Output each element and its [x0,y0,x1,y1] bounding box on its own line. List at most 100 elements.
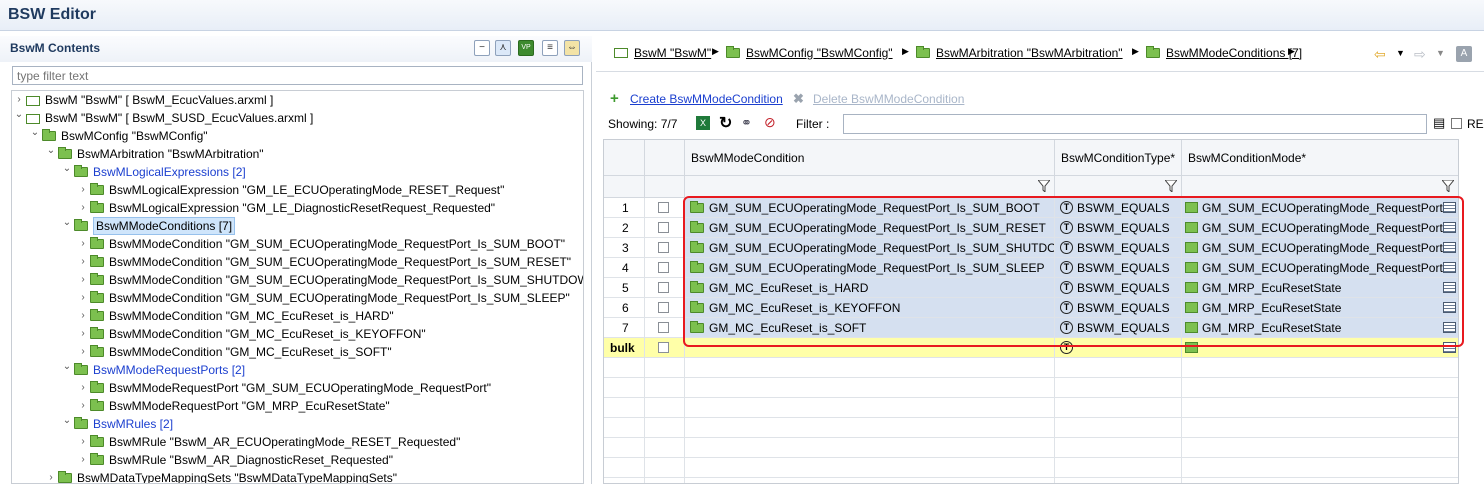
condition-cell[interactable]: GM_MC_EcuReset_is_KEYOFFON [685,298,1055,318]
collapse-icon[interactable]: ⌄ [62,160,72,178]
expand-icon[interactable]: › [78,235,88,253]
expand-icon[interactable]: › [78,307,88,325]
add-icon[interactable]: + [610,90,619,107]
bulk-row[interactable]: bulk T [604,338,1458,358]
condition-type-cell[interactable]: T BSWM_EQUALS [1055,278,1182,298]
row-checkbox[interactable] [658,202,669,213]
cell-editor-icon[interactable] [1443,222,1456,233]
link-editor-icon[interactable]: ⋏ [495,40,511,56]
condition-mode-cell[interactable]: GM_SUM_ECUOperatingMode_RequestPort [1182,198,1458,218]
grid-filter-input[interactable] [843,114,1427,134]
condition-mode-cell[interactable]: GM_SUM_ECUOperatingMode_RequestPort [1182,258,1458,278]
collapse-icon[interactable]: ⌄ [46,142,56,160]
expand-icon[interactable]: › [78,181,88,199]
forward-arrow-icon[interactable]: ⇨ [1414,46,1426,63]
vp-res-icon[interactable]: VP [518,40,534,56]
condition-mode-cell[interactable]: GM_MRP_EcuResetState [1182,278,1458,298]
row-checkbox[interactable] [658,222,669,233]
clear-filter-icon[interactable]: ⊘ [764,114,776,131]
condition-cell[interactable]: GM_SUM_ECUOperatingMode_RequestPort_Is_S… [685,198,1055,218]
collapse-icon[interactable]: ⌄ [62,358,72,376]
font-size-icon[interactable]: A [1456,46,1472,62]
row-checkbox[interactable] [658,302,669,313]
condition-cell[interactable]: GM_MC_EcuReset_is_SOFT [685,318,1055,338]
expand-icon[interactable]: › [78,451,88,469]
condition-mode-cell[interactable] [1182,338,1458,358]
table-row[interactable]: 2 GM_SUM_ECUOperatingMode_RequestPort_Is_… [604,218,1458,238]
expand-icon[interactable]: › [78,199,88,217]
create-mode-condition-link[interactable]: Create BswMModeCondition [630,92,783,106]
condition-cell[interactable]: GM_SUM_ECUOperatingMode_RequestPort_Is_S… [685,218,1055,238]
condition-cell[interactable]: GM_SUM_ECUOperatingMode_RequestPort_Is_S… [685,238,1055,258]
funnel-icon[interactable] [1038,180,1050,192]
condition-type-cell[interactable]: T BSWM_EQUALS [1055,258,1182,278]
forward-dropdown-icon[interactable]: ▼ [1436,48,1445,58]
breadcrumb-item[interactable]: BswMArbitration "BswMArbitration" [916,46,1123,60]
condition-type-cell[interactable]: T [1055,338,1182,358]
cell-editor-icon[interactable] [1443,282,1456,293]
table-row[interactable]: 6 GM_MC_EcuReset_is_KEYOFFON T BSWM_EQUALS G… [604,298,1458,318]
condition-type-cell[interactable]: T BSWM_EQUALS [1055,198,1182,218]
row-checkbox[interactable] [658,262,669,273]
condition-type-cell[interactable]: T BSWM_EQUALS [1055,238,1182,258]
expand-icon[interactable]: › [46,469,56,483]
excel-export-icon[interactable]: X [696,116,710,130]
table-row[interactable]: 5 GM_MC_EcuReset_is_HARD T BSWM_EQUALS GM_MR… [604,278,1458,298]
expand-icon[interactable]: › [78,433,88,451]
condition-cell[interactable]: GM_MC_EcuReset_is_HARD [685,278,1055,298]
cell-editor-icon[interactable] [1443,262,1456,273]
row-checkbox[interactable] [658,282,669,293]
cell-editor-icon[interactable] [1443,342,1456,353]
delete-mode-condition-link[interactable]: Delete BswMModeCondition [813,92,964,106]
expand-icon[interactable]: › [78,397,88,415]
funnel-icon[interactable] [1442,180,1454,192]
table-row[interactable]: 3 GM_SUM_ECUOperatingMode_RequestPort_Is_… [604,238,1458,258]
collapse-icon[interactable]: ⌄ [62,214,72,232]
condition-cell[interactable]: GM_SUM_ECUOperatingMode_RequestPort_Is_S… [685,258,1055,278]
tree-filter-input[interactable] [12,66,583,85]
table-row[interactable]: 7 GM_MC_EcuReset_is_SOFT T BSWM_EQUALS GM_MR… [604,318,1458,338]
collapse-icon[interactable]: ⌄ [62,412,72,430]
table-row[interactable]: 1 GM_SUM_ECUOperatingMode_RequestPort_Is_… [604,198,1458,218]
row-checkbox[interactable] [658,242,669,253]
filter-options-icon[interactable]: ▤ [1433,115,1445,131]
condition-mode-cell[interactable]: GM_MRP_EcuResetState [1182,298,1458,318]
breadcrumb-item[interactable]: BswMModeConditions [7] [1146,46,1302,60]
condition-mode-cell[interactable]: GM_MRP_EcuResetState [1182,318,1458,338]
delete-icon[interactable]: ✖ [793,91,804,107]
cell-editor-icon[interactable] [1443,202,1456,213]
regex-checkbox[interactable] [1451,118,1462,129]
layout-icon[interactable]: ⇔ [564,40,580,56]
expand-icon[interactable]: › [78,253,88,271]
condition-type-cell[interactable]: T BSWM_EQUALS [1055,298,1182,318]
collapse-icon[interactable]: ⌄ [14,106,24,124]
condition-type-cell[interactable]: T BSWM_EQUALS [1055,318,1182,338]
link-icon[interactable]: ⚭ [741,115,752,131]
column-header-type[interactable]: BswMConditionType* [1055,140,1182,176]
condition-type-cell[interactable]: T BSWM_EQUALS [1055,218,1182,238]
column-header-mode[interactable]: BswMConditionMode* [1182,140,1458,176]
expand-icon[interactable]: › [78,379,88,397]
expand-icon[interactable]: › [78,271,88,289]
cell-editor-icon[interactable] [1443,242,1456,253]
back-arrow-icon[interactable]: ⇦ [1374,46,1386,63]
expand-icon[interactable]: › [78,289,88,307]
condition-cell[interactable] [685,338,1055,358]
refresh-icon[interactable]: ↻ [719,113,732,133]
row-checkbox[interactable] [658,342,669,353]
condition-mode-cell[interactable]: GM_SUM_ECUOperatingMode_RequestPort [1182,238,1458,258]
back-dropdown-icon[interactable]: ▼ [1396,48,1405,58]
collapse-all-icon[interactable]: − [474,40,490,56]
breadcrumb-item[interactable]: BswM "BswM" [614,46,711,60]
column-header-condition[interactable]: BswMModeCondition [685,140,1055,176]
expand-icon[interactable]: › [78,343,88,361]
breadcrumb-item[interactable]: BswMConfig "BswMConfig" [726,46,893,60]
document-icon[interactable]: ≡ [542,40,558,56]
expand-icon[interactable]: › [78,325,88,343]
cell-editor-icon[interactable] [1443,322,1456,333]
table-row[interactable]: 4 GM_SUM_ECUOperatingMode_RequestPort_Is_… [604,258,1458,278]
condition-mode-cell[interactable]: GM_SUM_ECUOperatingMode_RequestPort [1182,218,1458,238]
collapse-icon[interactable]: ⌄ [30,124,40,142]
row-checkbox[interactable] [658,322,669,333]
funnel-icon[interactable] [1165,180,1177,192]
